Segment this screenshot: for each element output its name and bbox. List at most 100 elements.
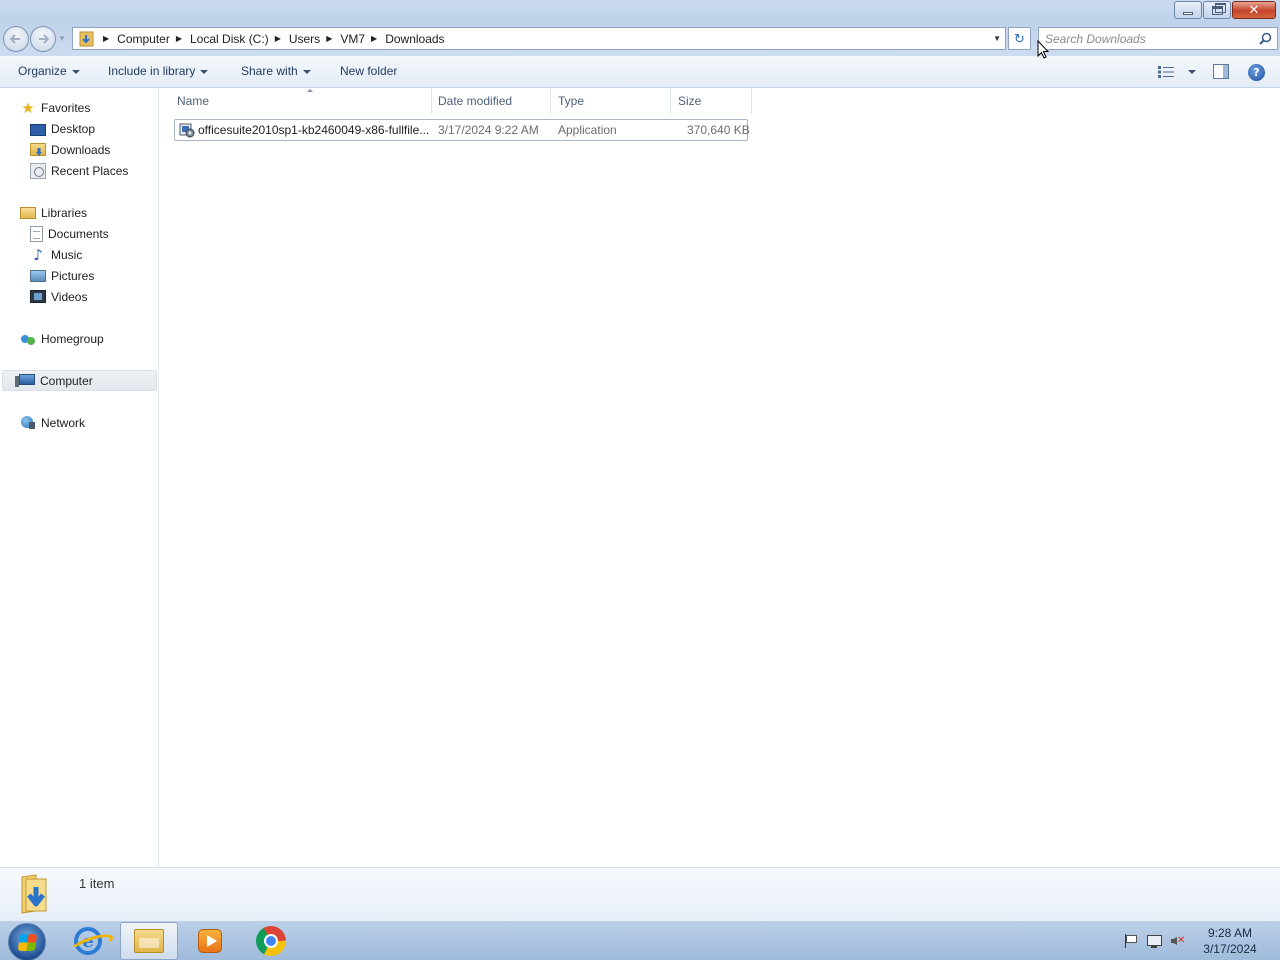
breadcrumb-vm7[interactable]: VM7 — [340, 32, 365, 46]
close-button[interactable]: ✕ — [1232, 1, 1276, 19]
file-name: officesuite2010sp1-kb2460049-x86-fullfil… — [198, 123, 430, 137]
item-count: 1 item — [79, 876, 115, 891]
nav-recent-places-label: Recent Places — [51, 163, 129, 178]
breadcrumb-downloads[interactable]: Downloads — [385, 32, 444, 46]
new-folder-button[interactable]: New folder — [340, 64, 397, 78]
clock-time: 9:28 AM — [1207, 926, 1253, 940]
nav-documents-label: Documents — [48, 226, 109, 241]
breadcrumb-separator-icon[interactable]: ▶ — [326, 34, 332, 43]
column-header-name-label: Name — [177, 94, 210, 108]
pictures-icon — [30, 269, 46, 282]
music-icon: ♪ — [33, 245, 43, 264]
nav-favorites[interactable]: ★ Favorites — [20, 97, 90, 118]
change-view-icon[interactable] — [1158, 66, 1174, 78]
help-icon[interactable]: ? — [1248, 64, 1265, 81]
breadcrumb-computer[interactable]: Computer — [117, 32, 170, 46]
nav-homegroup[interactable]: Homegroup — [20, 328, 104, 349]
breadcrumb-users[interactable]: Users — [289, 32, 320, 46]
nav-videos-label: Videos — [51, 289, 88, 304]
nav-network[interactable]: Network — [20, 412, 85, 433]
nav-favorites-label: Favorites — [41, 100, 91, 115]
taskbar: e 9:28 AM 3/17/2024 — [0, 920, 1280, 960]
internet-explorer-icon: e — [74, 927, 102, 955]
nav-computer[interactable]: Computer — [2, 370, 157, 391]
minimize-icon — [1183, 11, 1193, 15]
include-in-library-button[interactable]: Include in library — [108, 64, 209, 78]
include-in-library-label: Include in library — [108, 64, 196, 78]
nav-documents[interactable]: Documents — [30, 223, 109, 244]
windows-explorer-icon — [134, 929, 164, 953]
search-input[interactable] — [1039, 28, 1249, 49]
nav-videos[interactable]: Videos — [30, 286, 87, 307]
star-icon: ★ — [21, 98, 35, 117]
view-options-dropdown-icon[interactable] — [1188, 70, 1196, 74]
share-with-button[interactable]: Share with — [241, 64, 311, 78]
nav-music-label: Music — [51, 247, 83, 262]
refresh-button[interactable]: ↻ — [1008, 27, 1031, 50]
file-row[interactable]: officesuite2010sp1-kb2460049-x86-fullfil… — [174, 119, 750, 141]
organize-button[interactable]: Organize — [18, 64, 80, 78]
nav-libraries-label: Libraries — [41, 205, 88, 220]
column-header-size[interactable]: Size — [671, 88, 752, 114]
nav-downloads[interactable]: Downloads — [30, 139, 110, 160]
taskbar-internet-explorer[interactable]: e — [59, 922, 117, 960]
nav-network-label: Network — [41, 415, 86, 430]
chevron-down-icon — [200, 69, 209, 74]
homegroup-icon — [20, 331, 36, 347]
nav-desktop[interactable]: Desktop — [30, 118, 95, 139]
action-center-flag-icon[interactable] — [1122, 933, 1138, 949]
nav-libraries[interactable]: Libraries — [20, 202, 87, 223]
clock[interactable]: 9:28 AM 3/17/2024 — [1198, 925, 1262, 957]
forward-arrow-icon — [39, 34, 50, 44]
details-pane: 1 item — [0, 867, 1280, 920]
column-header-date-modified[interactable]: Date modified — [431, 88, 551, 114]
chevron-down-icon — [71, 69, 80, 74]
chrome-icon — [256, 926, 286, 956]
search-icon[interactable] — [1259, 32, 1272, 45]
network-status-icon[interactable] — [1146, 933, 1162, 949]
back-button[interactable] — [3, 26, 29, 52]
address-bar[interactable]: ▶ Computer ▶ Local Disk (C:) ▶ Users ▶ V… — [72, 27, 1006, 50]
nav-music[interactable]: ♪ Music — [30, 244, 82, 265]
sort-ascending-icon — [307, 89, 313, 92]
column-header-date-modified-label: Date modified — [438, 94, 513, 108]
minimize-button[interactable] — [1174, 1, 1202, 19]
search-box[interactable] — [1038, 27, 1278, 50]
address-history-dropdown-icon[interactable]: ▼ — [993, 34, 1001, 43]
column-header-name[interactable]: Name — [170, 88, 432, 114]
recent-pages-dropdown-icon[interactable]: ▼ — [58, 34, 66, 43]
volume-muted-icon[interactable] — [1170, 933, 1186, 949]
nav-pictures[interactable]: Pictures — [30, 265, 94, 286]
file-size: 370,640 KB — [687, 123, 750, 137]
column-header-type[interactable]: Type — [551, 88, 671, 114]
forward-button[interactable] — [30, 26, 56, 52]
documents-icon — [30, 225, 43, 242]
downloads-folder-icon — [21, 874, 47, 914]
close-icon: ✕ — [1248, 2, 1260, 18]
breadcrumb-local-disk[interactable]: Local Disk (C:) — [190, 32, 269, 46]
restore-button[interactable] — [1203, 1, 1231, 19]
taskbar-windows-explorer[interactable] — [120, 922, 178, 960]
breadcrumb-separator-icon[interactable]: ▶ — [371, 34, 377, 43]
restore-icon — [1211, 2, 1226, 15]
preview-pane-icon[interactable] — [1213, 64, 1229, 79]
navigation-pane: ★ Favorites Desktop Downloads Recent Pla… — [0, 88, 159, 867]
nav-recent-places[interactable]: Recent Places — [30, 160, 128, 181]
start-button[interactable] — [8, 923, 46, 960]
breadcrumb-separator-icon[interactable]: ▶ — [275, 34, 281, 43]
file-date-modified: 3/17/2024 9:22 AM — [438, 123, 539, 137]
taskbar-media-player[interactable] — [181, 922, 239, 960]
file-type: Application — [558, 123, 617, 137]
file-list[interactable]: Name Date modified Type Size officesuite… — [160, 88, 1280, 867]
taskbar-chrome[interactable] — [242, 922, 300, 960]
media-player-icon — [198, 929, 222, 953]
breadcrumb-separator-icon[interactable]: ▶ — [176, 34, 182, 43]
organize-label: Organize — [18, 64, 67, 78]
breadcrumb-separator-icon[interactable]: ▶ — [103, 34, 109, 43]
nav-computer-label: Computer — [40, 373, 93, 388]
back-arrow-icon — [9, 34, 20, 44]
column-header-size-label: Size — [678, 94, 702, 108]
recent-places-icon — [30, 162, 46, 179]
nav-desktop-label: Desktop — [51, 121, 96, 136]
downloads-folder-icon — [77, 29, 97, 49]
